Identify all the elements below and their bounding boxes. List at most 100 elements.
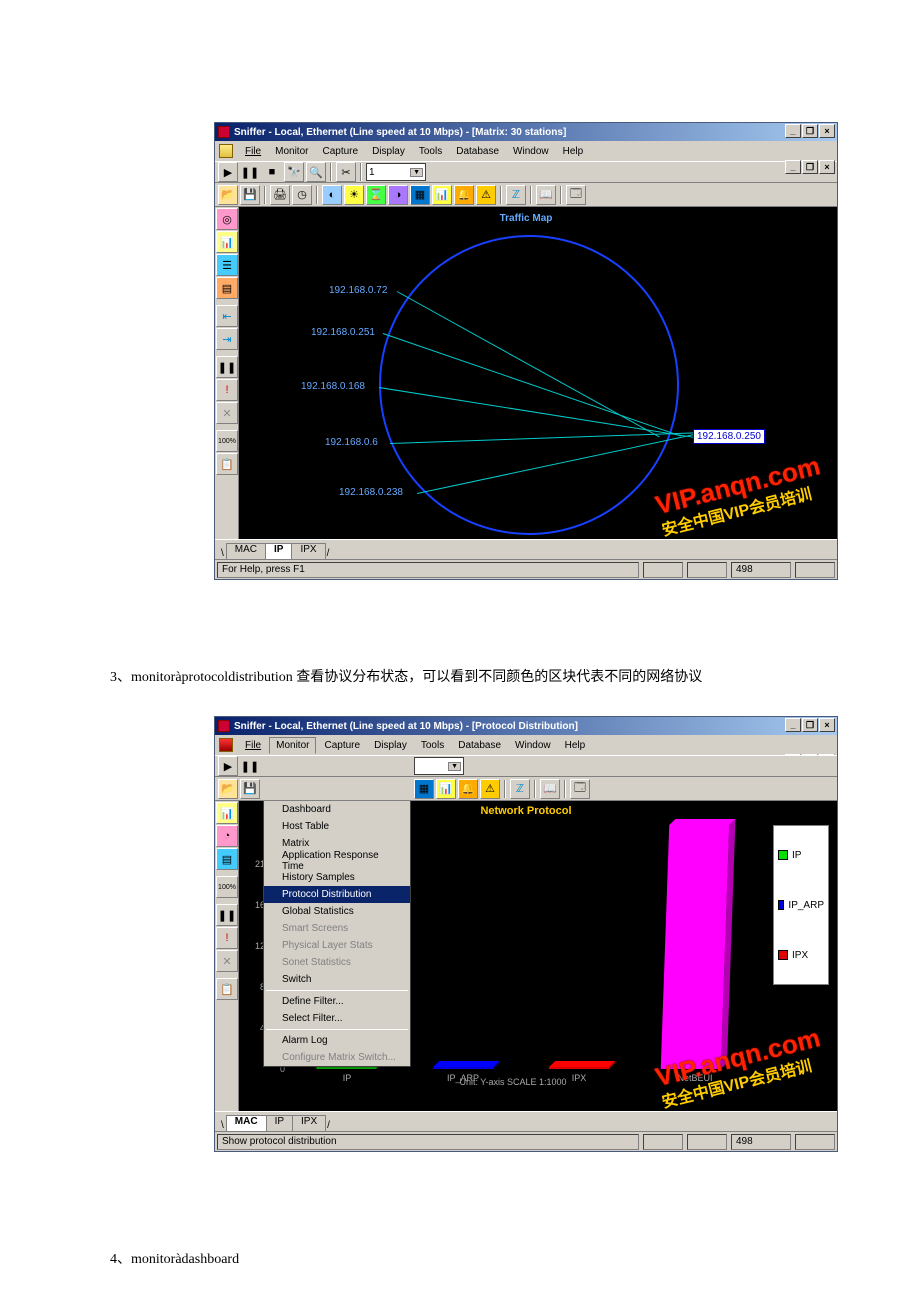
- filter-icon[interactable]: ℤ: [510, 779, 530, 799]
- zoom100-icon[interactable]: 100%: [216, 876, 238, 898]
- menu-display[interactable]: Display: [368, 738, 413, 753]
- menu-help[interactable]: Help: [557, 144, 590, 159]
- mdi-restore[interactable]: ❐: [802, 160, 818, 174]
- tab-ip[interactable]: IP: [265, 543, 292, 559]
- detail-view-icon[interactable]: ▤: [216, 277, 238, 299]
- menu-item-switch[interactable]: Switch: [264, 971, 410, 988]
- options-icon[interactable]: 🗔: [566, 185, 586, 205]
- filter-icon[interactable]: ℤ: [506, 185, 526, 205]
- pause-icon[interactable]: ❚❚: [216, 904, 238, 926]
- export-icon[interactable]: 📋: [216, 978, 238, 1000]
- mdi-minimize[interactable]: _: [785, 160, 801, 174]
- zoom100-icon[interactable]: 100%: [216, 430, 238, 452]
- node-label[interactable]: 192.168.0.168: [301, 381, 365, 392]
- close-button[interactable]: ×: [819, 718, 835, 732]
- alarm-icon[interactable]: ⚠: [480, 779, 500, 799]
- menu-item-alarm-log[interactable]: Alarm Log: [264, 1032, 410, 1049]
- save-icon[interactable]: 💾: [240, 185, 260, 205]
- node-label[interactable]: 192.168.0.238: [339, 487, 403, 498]
- info-icon[interactable]: !: [216, 927, 238, 949]
- menu-item-history-samples[interactable]: History Samples: [264, 869, 410, 886]
- restore-button[interactable]: ❐: [802, 124, 818, 138]
- pause-button[interactable]: ❚❚: [240, 162, 260, 182]
- export-icon[interactable]: 📋: [216, 453, 238, 475]
- protocol-icon[interactable]: ▦: [410, 185, 430, 205]
- menu-item-application-response-time[interactable]: Application Response Time: [264, 852, 410, 869]
- delete-icon[interactable]: ✕: [216, 402, 238, 424]
- art-icon[interactable]: ⌛: [366, 185, 386, 205]
- bar-view-icon[interactable]: 📊: [216, 231, 238, 253]
- tab-ipx[interactable]: IPX: [291, 543, 325, 559]
- menu-database[interactable]: Database: [450, 144, 505, 159]
- matrix-icon[interactable]: ☀: [344, 185, 364, 205]
- print-icon[interactable]: 🖨: [270, 185, 290, 205]
- open-icon[interactable]: 📂: [218, 779, 238, 799]
- node-target[interactable]: 192.168.0.250: [693, 429, 765, 444]
- menu-window[interactable]: Window: [509, 738, 557, 753]
- dashboard-icon[interactable]: ◷: [292, 185, 312, 205]
- binoculars-icon[interactable]: 🔭: [284, 162, 304, 182]
- minimize-button[interactable]: _: [785, 124, 801, 138]
- menu-item-protocol-distribution[interactable]: Protocol Distribution: [264, 886, 410, 903]
- menu-help[interactable]: Help: [559, 738, 592, 753]
- menu-tools[interactable]: Tools: [415, 738, 450, 753]
- menu-item-dashboard[interactable]: Dashboard: [264, 801, 410, 818]
- outline-view-icon[interactable]: ☰: [216, 254, 238, 276]
- menu-window[interactable]: Window: [507, 144, 555, 159]
- tab-mac[interactable]: MAC: [226, 1115, 267, 1131]
- adapter-dropdown[interactable]: [414, 757, 464, 775]
- switch-icon[interactable]: 🔔: [454, 185, 474, 205]
- bar-ip_arp[interactable]: [433, 1067, 493, 1069]
- menu-file[interactable]: File: [239, 738, 267, 753]
- restore-button[interactable]: ❐: [802, 718, 818, 732]
- pause-button[interactable]: ❚❚: [240, 756, 260, 776]
- close-button[interactable]: ×: [819, 124, 835, 138]
- bar-ipx[interactable]: [549, 1067, 609, 1069]
- menu-item-host-table[interactable]: Host Table: [264, 818, 410, 835]
- addrbook-icon[interactable]: 📖: [540, 779, 560, 799]
- menu-capture[interactable]: Capture: [316, 144, 364, 159]
- options-icon[interactable]: 🗔: [570, 779, 590, 799]
- switch-icon[interactable]: 🔔: [458, 779, 478, 799]
- menu-database[interactable]: Database: [452, 738, 507, 753]
- protocol-icon[interactable]: ▦: [414, 779, 434, 799]
- hosttable-icon[interactable]: ◐: [322, 185, 342, 205]
- menu-tools[interactable]: Tools: [413, 144, 448, 159]
- play-button[interactable]: ▶: [218, 756, 238, 776]
- delete-icon[interactable]: ✕: [216, 950, 238, 972]
- menu-display[interactable]: Display: [366, 144, 411, 159]
- menu-file[interactable]: File: [239, 144, 267, 159]
- save-icon[interactable]: 💾: [240, 779, 260, 799]
- stop-button[interactable]: ■: [262, 162, 282, 182]
- node-label[interactable]: 192.168.0.72: [329, 285, 387, 296]
- in-icon[interactable]: ⇤: [216, 305, 238, 327]
- mdi-close[interactable]: ×: [819, 160, 835, 174]
- global-icon[interactable]: 📊: [432, 185, 452, 205]
- menu-monitor[interactable]: Monitor: [269, 737, 316, 754]
- menu-capture[interactable]: Capture: [318, 738, 366, 753]
- menu-item-select-filter-[interactable]: Select Filter...: [264, 1010, 410, 1027]
- table-view-icon[interactable]: ▤: [216, 848, 238, 870]
- minimize-button[interactable]: _: [785, 718, 801, 732]
- pause-icon[interactable]: ❚❚: [216, 356, 238, 378]
- global-icon[interactable]: 📊: [436, 779, 456, 799]
- menu-item-define-filter-[interactable]: Define Filter...: [264, 993, 410, 1010]
- titlebar[interactable]: Sniffer - Local, Ethernet (Line speed at…: [215, 717, 837, 735]
- node-label[interactable]: 192.168.0.6: [325, 437, 378, 448]
- adapter-dropdown[interactable]: 1: [366, 163, 426, 181]
- play-button[interactable]: ▶: [218, 162, 238, 182]
- out-icon[interactable]: ⇥: [216, 328, 238, 350]
- tab-mac[interactable]: MAC: [226, 543, 266, 559]
- pie-view-icon[interactable]: ◔: [216, 825, 238, 847]
- alarm-icon[interactable]: ⚠: [476, 185, 496, 205]
- tab-ip[interactable]: IP: [266, 1115, 293, 1131]
- titlebar[interactable]: Sniffer - Local, Ethernet (Line speed at…: [215, 123, 837, 141]
- menu-item-global-statistics[interactable]: Global Statistics: [264, 903, 410, 920]
- find-icon[interactable]: 🔍: [306, 162, 326, 182]
- open-icon[interactable]: 📂: [218, 185, 238, 205]
- menu-monitor[interactable]: Monitor: [269, 144, 314, 159]
- addrbook-icon[interactable]: 📖: [536, 185, 556, 205]
- bar-netbeui[interactable]: [661, 825, 730, 1069]
- cut-icon[interactable]: ✂: [336, 162, 356, 182]
- node-label[interactable]: 192.168.0.251: [311, 327, 375, 338]
